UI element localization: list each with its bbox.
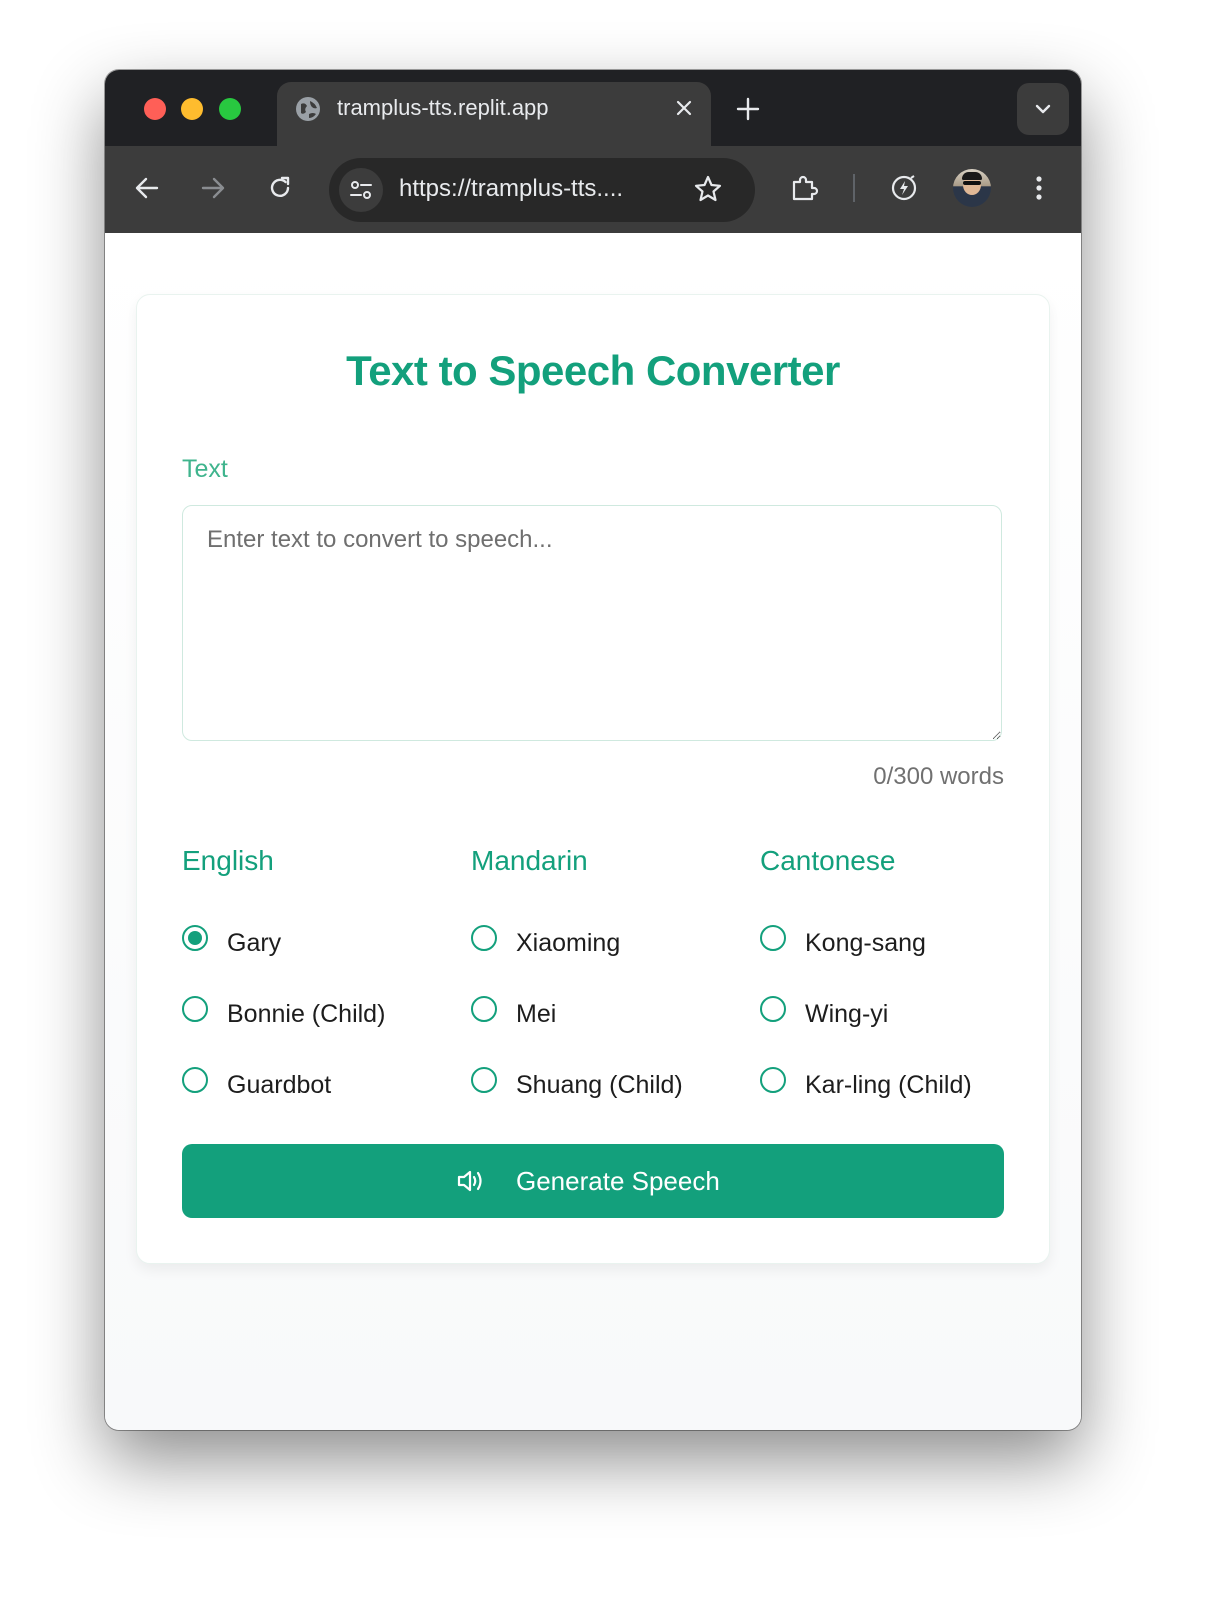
voice-label: Guardbot xyxy=(227,1071,332,1099)
text-input[interactable] xyxy=(182,505,1002,741)
address-bar[interactable]: https://tramplus-tts.... xyxy=(329,158,755,222)
generate-speech-label: Generate Speech xyxy=(516,1166,720,1196)
back-icon[interactable] xyxy=(132,173,162,203)
text-label: Text xyxy=(182,455,228,483)
globe-icon xyxy=(296,97,320,121)
voice-option-gary[interactable]: Gary xyxy=(182,925,462,965)
chevron-down-icon xyxy=(1035,104,1051,114)
url-text: https://tramplus-tts.... xyxy=(399,175,624,202)
group-heading-cantonese: Cantonese xyxy=(760,845,896,876)
voice-option-kar-ling[interactable]: Kar-ling (Child) xyxy=(760,1067,1040,1107)
radio-button[interactable] xyxy=(182,1067,208,1093)
voice-label: Kar-ling (Child) xyxy=(805,1071,972,1099)
close-window-button[interactable] xyxy=(144,98,166,120)
voice-label: Mei xyxy=(516,1000,557,1028)
radio-button[interactable] xyxy=(760,1067,786,1093)
active-tab[interactable]: tramplus-tts.replit.app xyxy=(277,82,711,146)
voice-option-wing-yi[interactable]: Wing-yi xyxy=(760,996,1040,1036)
maximize-window-button[interactable] xyxy=(219,98,241,120)
voice-label: Bonnie (Child) xyxy=(227,1000,386,1028)
toolbar-divider xyxy=(853,174,855,202)
site-info-icon xyxy=(350,181,372,199)
forward-icon[interactable] xyxy=(198,173,228,203)
voice-label: Wing-yi xyxy=(805,1000,889,1028)
close-icon[interactable] xyxy=(673,97,695,119)
speaker-icon xyxy=(457,1170,482,1192)
voice-option-guardbot[interactable]: Guardbot xyxy=(182,1067,462,1107)
voice-option-xiaoming[interactable]: Xiaoming xyxy=(471,925,751,965)
voice-option-shuang[interactable]: Shuang (Child) xyxy=(471,1067,751,1107)
tab-strip: tramplus-tts.replit.app xyxy=(105,70,1081,146)
browser-window: tramplus-tts.replit.app https://tramplus… xyxy=(105,70,1081,1430)
radio-button[interactable] xyxy=(182,996,208,1022)
voice-label: Gary xyxy=(227,929,282,957)
reload-icon[interactable] xyxy=(265,173,295,203)
voice-label: Xiaoming xyxy=(516,929,621,957)
word-count: 0/300 words xyxy=(873,763,1004,790)
browser-toolbar: https://tramplus-tts.... xyxy=(105,146,1081,233)
radio-button[interactable] xyxy=(471,996,497,1022)
voice-option-mei[interactable]: Mei xyxy=(471,996,751,1036)
site-info-button[interactable] xyxy=(339,168,383,212)
minimize-window-button[interactable] xyxy=(181,98,203,120)
voice-group-cantonese: Cantonese Kong-sang Wing-yi Kar-ling (Ch… xyxy=(760,845,1020,1099)
tab-title: tramplus-tts.replit.app xyxy=(337,95,549,120)
plus-icon[interactable] xyxy=(733,94,763,124)
group-heading-mandarin: Mandarin xyxy=(471,845,588,876)
profile-avatar[interactable] xyxy=(953,169,991,207)
voice-group-english: English Gary Bonnie (Child) Guardbot xyxy=(182,845,442,1099)
radio-button[interactable] xyxy=(760,925,786,951)
extensions-icon[interactable] xyxy=(789,173,819,203)
voice-group-mandarin: Mandarin Xiaoming Mei Shuang (Child) xyxy=(471,845,731,1099)
tab-search-button[interactable] xyxy=(1017,83,1069,135)
converter-card: Text to Speech Converter Text 0/300 word… xyxy=(136,294,1050,1264)
avatar-hair xyxy=(962,172,982,180)
voice-option-bonnie[interactable]: Bonnie (Child) xyxy=(182,996,462,1036)
star-icon[interactable] xyxy=(693,174,723,204)
radio-button[interactable] xyxy=(182,925,208,951)
voice-label: Kong-sang xyxy=(805,929,926,957)
page-viewport: Text to Speech Converter Text 0/300 word… xyxy=(105,233,1081,1430)
radio-button[interactable] xyxy=(471,1067,497,1093)
avatar-glasses xyxy=(963,181,981,185)
voice-label: Shuang (Child) xyxy=(516,1071,683,1099)
generate-speech-button[interactable]: Generate Speech xyxy=(182,1144,1004,1218)
page-title: Text to Speech Converter xyxy=(346,347,840,394)
radio-button[interactable] xyxy=(471,925,497,951)
lightning-icon[interactable] xyxy=(889,173,919,203)
voice-option-kong-sang[interactable]: Kong-sang xyxy=(760,925,1040,965)
more-icon[interactable] xyxy=(1024,173,1054,203)
radio-button[interactable] xyxy=(760,996,786,1022)
group-heading-english: English xyxy=(182,845,274,876)
